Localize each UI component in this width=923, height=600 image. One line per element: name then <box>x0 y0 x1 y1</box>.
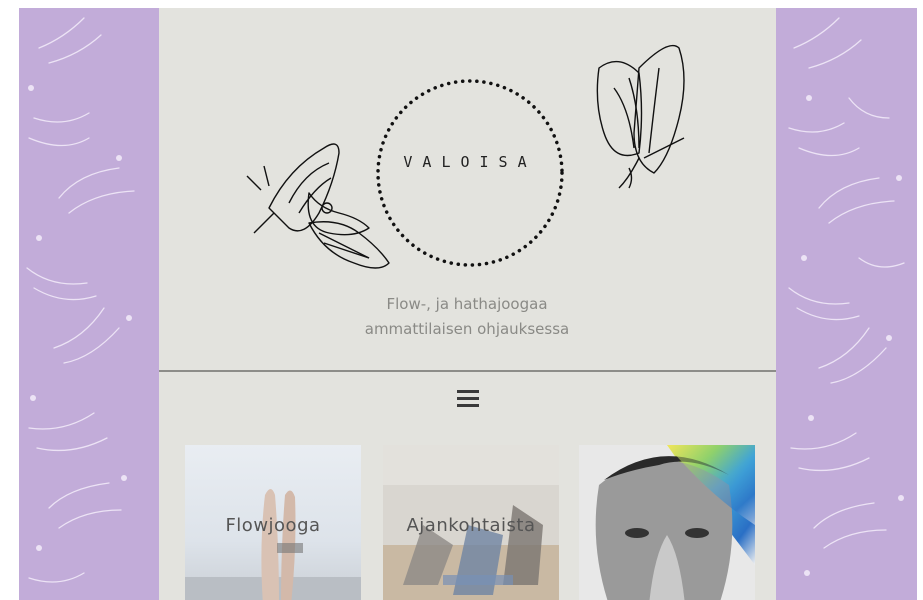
header-divider <box>159 370 776 372</box>
content-panel: VALOISA Flow-, ja hathajoogaa ammattilai… <box>159 8 776 600</box>
tagline: Flow-, ja hathajoogaa ammattilaisen ohja… <box>267 292 667 342</box>
tagline-line-1: Flow-, ja hathajoogaa <box>386 295 548 313</box>
menu-bar <box>457 404 479 407</box>
card-flowjooga[interactable]: Flowjooga <box>185 445 361 600</box>
tagline-line-2: ammattilaisen ohjauksessa <box>364 320 570 338</box>
card-label: Ajankohtaista <box>406 515 536 536</box>
menu-bar <box>457 390 479 393</box>
menu-bar <box>457 397 479 400</box>
logo-header: VALOISA Flow-, ja hathajoogaa ammattilai… <box>159 8 776 370</box>
brand-name: VALOISA <box>403 153 537 171</box>
card-ajankohtaista[interactable]: Ajankohtaista <box>383 445 559 600</box>
hamburger-menu-icon[interactable] <box>457 390 479 408</box>
card-portrait[interactable] <box>579 445 755 600</box>
portrait-photo <box>579 445 755 600</box>
card-label: Flowjooga <box>225 515 321 536</box>
